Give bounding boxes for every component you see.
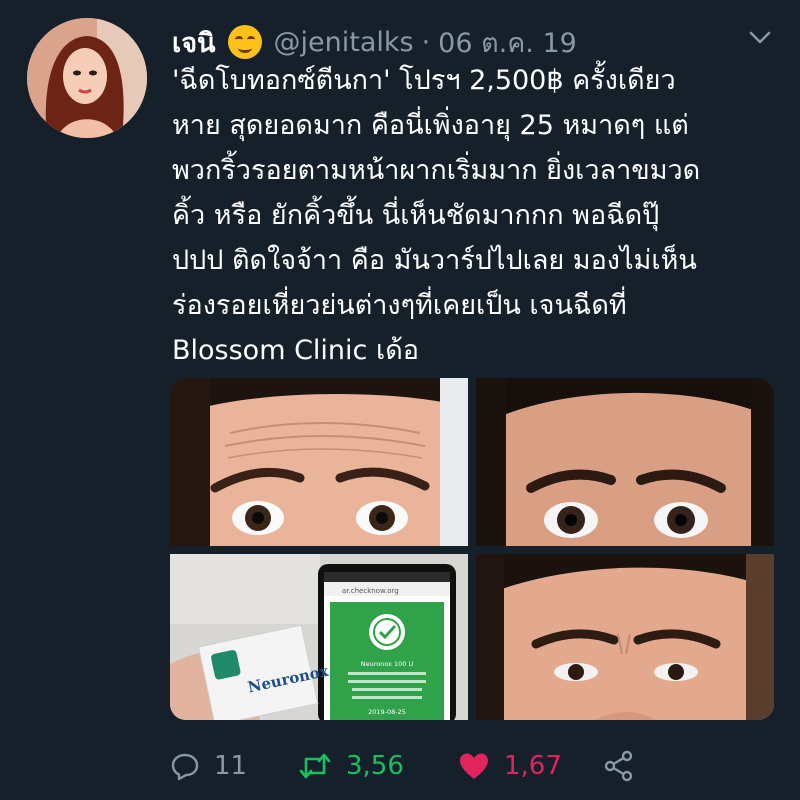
like-button[interactable]: 1,67 xyxy=(458,751,603,781)
share-button[interactable] xyxy=(603,750,635,782)
reply-button[interactable]: 11 xyxy=(170,751,298,781)
heart-icon xyxy=(460,753,488,779)
retweet-button[interactable]: 3,56 xyxy=(298,751,458,781)
retweet-icon xyxy=(299,753,331,779)
retweet-count: 3,56 xyxy=(346,751,404,781)
tweet-card: เจนิ @jenitalks · 06 ต.ค. 19 'ฉีดโบทอกซ์… xyxy=(0,0,800,800)
avatar-photo xyxy=(27,18,147,138)
phone-url-text: ar.checknow.org xyxy=(342,587,399,595)
media-grid: ar.checknow.org Neuronox 100 U 2019-08-2… xyxy=(170,378,774,720)
tweet-text-line: คิ้ว หรือ ยักคิ้วขึ้น นี่เห็นชัดมากกก พอ… xyxy=(172,200,660,231)
reply-icon xyxy=(171,753,199,781)
tweet-text-line: หาย สุดยอดมาก คือนี่เพิ่งอายุ 25 หมาดๆ แ… xyxy=(172,110,689,141)
tweet-text: 'ฉีดโบทอกซ์ตีนกา' โปรฯ 2,500฿ ครั้งเดียว… xyxy=(172,58,772,373)
avatar[interactable] xyxy=(27,18,147,138)
tweet-text-line: 'ฉีดโบทอกซ์ตีนกา' โปรฯ 2,500฿ ครั้งเดียว xyxy=(172,65,676,96)
tweet-text-line: ร่องรอยเหี่ยวย่นต่างๆที่เคยเป็น เจนฉีดที… xyxy=(172,290,627,321)
tweet-text-line: Blossom Clinic เด้อ xyxy=(172,335,419,366)
media-photo-product[interactable]: ar.checknow.org Neuronox 100 U 2019-08-2… xyxy=(170,554,468,720)
reply-count: 11 xyxy=(214,751,248,781)
header-separator: · xyxy=(421,26,431,58)
chevron-down-icon[interactable] xyxy=(748,28,772,48)
tweet-header: เจนิ @jenitalks · 06 ต.ค. 19 xyxy=(172,22,780,62)
user-handle[interactable]: @jenitalks xyxy=(274,27,414,58)
tweet-text-line: ปปป ติดใจจ้าา คือ มันวาร์ปไปเลย มองไม่เห… xyxy=(172,245,697,276)
media-photo-forehead-before[interactable] xyxy=(170,378,468,546)
tweet-text-line: พวกริ้วรอยตามหน้าผากเริ่มมาก ยิ่งเวลาขมว… xyxy=(172,155,701,186)
share-icon xyxy=(604,750,633,782)
phone-date-text: 2019-08-25 xyxy=(368,708,406,716)
media-photo-frown[interactable] xyxy=(476,554,774,720)
media-photo-forehead-after[interactable] xyxy=(476,378,774,546)
smiling-face-icon xyxy=(227,25,262,59)
like-count: 1,67 xyxy=(504,751,562,781)
phone-product-text: Neuronox 100 U xyxy=(361,660,414,668)
tweet-actions: 11 3,56 1,67 xyxy=(170,744,790,788)
